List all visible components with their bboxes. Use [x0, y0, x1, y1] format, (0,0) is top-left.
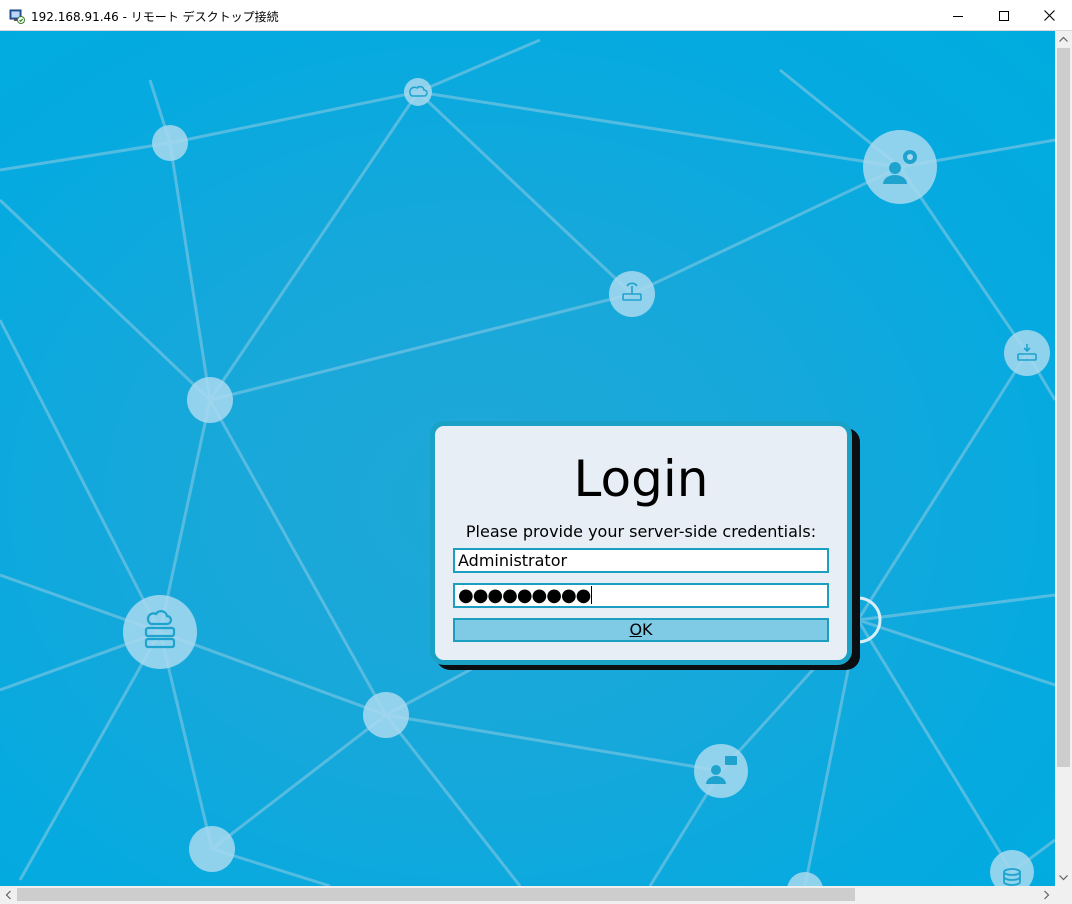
ok-accesskey: O — [629, 620, 643, 639]
scrollbar-corner — [1055, 886, 1072, 904]
horizontal-scroll-thumb[interactable] — [17, 888, 855, 901]
close-button[interactable] — [1026, 0, 1072, 31]
scroll-down-arrow-icon[interactable] — [1055, 869, 1072, 886]
remote-desktop-view[interactable]: Login Please provide your server-side cr… — [0, 31, 1055, 886]
scroll-right-arrow-icon[interactable] — [1038, 886, 1055, 904]
maximize-icon — [999, 10, 1009, 21]
ok-button[interactable]: OK — [453, 618, 829, 642]
text-caret — [591, 586, 593, 604]
minimize-button[interactable] — [935, 0, 981, 31]
vertical-scrollbar[interactable] — [1055, 31, 1072, 886]
horizontal-scrollbar[interactable] — [0, 886, 1055, 904]
ok-label-rest: K — [642, 620, 653, 639]
maximize-button[interactable] — [981, 0, 1027, 31]
password-mask: ●●●●●●●●● — [458, 585, 591, 606]
username-input[interactable]: Administrator — [453, 548, 829, 573]
password-input[interactable]: ●●●●●●●●● — [453, 583, 829, 608]
window-titlebar[interactable]: 192.168.91.46 - リモート デスクトップ接続 — [0, 0, 1072, 31]
scroll-left-arrow-icon[interactable] — [0, 886, 17, 904]
login-title: Login — [573, 450, 709, 508]
minimize-icon — [953, 15, 963, 17]
window-title: 192.168.91.46 - リモート デスクトップ接続 — [31, 10, 279, 24]
username-value: Administrator — [458, 551, 568, 570]
vertical-scroll-thumb[interactable] — [1057, 48, 1070, 767]
login-prompt: Please provide your server-side credenti… — [465, 522, 817, 541]
login-dialog: Login Please provide your server-side cr… — [430, 421, 852, 665]
scroll-up-arrow-icon[interactable] — [1055, 31, 1072, 48]
close-icon — [1043, 10, 1055, 21]
remote-desktop-icon — [9, 9, 25, 24]
